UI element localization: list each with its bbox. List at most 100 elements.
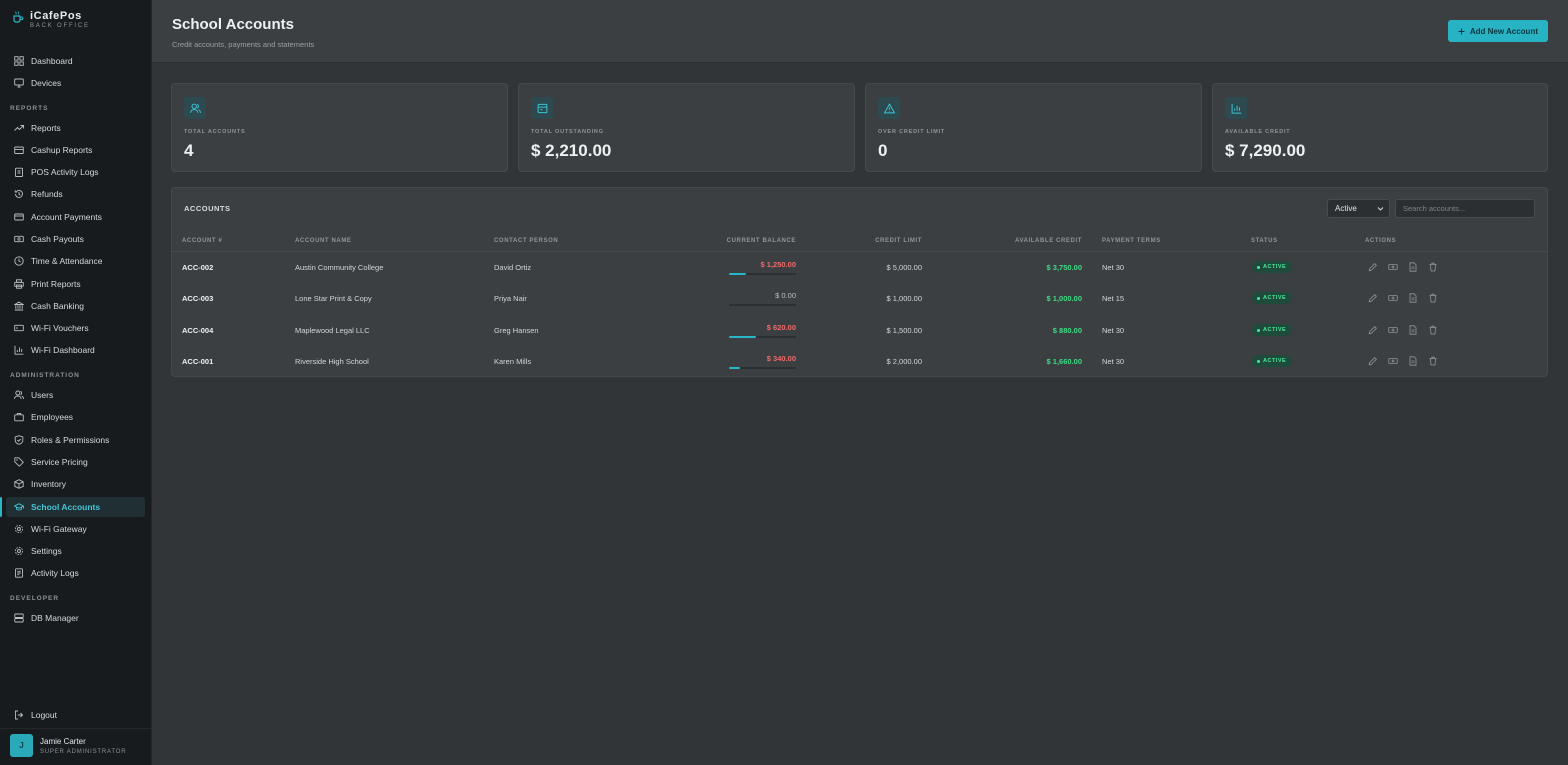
sidebar-item-activity-logs[interactable]: Activity Logs <box>6 563 145 583</box>
trash-icon[interactable] <box>1428 293 1438 303</box>
shield-icon <box>14 435 24 445</box>
sidebar-item-wifi-gateway[interactable]: Wi-Fi Gateway <box>6 519 145 539</box>
statement-icon[interactable] <box>1408 293 1418 303</box>
available-credit: $ 880.00 <box>1052 326 1082 335</box>
banknote-icon <box>14 235 24 243</box>
sidebar-item-reports[interactable]: Reports <box>6 118 145 138</box>
account-number: ACC-002 <box>182 263 214 272</box>
trash-icon[interactable] <box>1428 325 1438 335</box>
add-new-account-label: Add New Account <box>1469 26 1538 36</box>
sidebar-item-db-manager[interactable]: DB Manager <box>6 608 145 628</box>
credit-limit: $ 1,000.00 <box>886 294 922 303</box>
balance-utilization-bar <box>729 273 796 275</box>
trash-icon[interactable] <box>1428 356 1438 366</box>
sidebar-item-employees[interactable]: Employees <box>6 407 145 427</box>
status-badge: ACTIVE <box>1252 324 1293 336</box>
sidebar-item-label: POS Activity Logs <box>31 167 99 177</box>
status-filter-select[interactable]: Active <box>1327 199 1390 218</box>
column-header-available-credit[interactable]: AVAILABLE CREDIT <box>1002 238 1082 244</box>
payment-icon[interactable] <box>1388 293 1398 303</box>
table-row[interactable]: ACC-003 Lone Star Print & Copy Priya Nai… <box>172 283 1547 314</box>
edit-icon[interactable] <box>1368 356 1378 366</box>
edit-icon[interactable] <box>1368 325 1378 335</box>
table-row[interactable]: ACC-002 Austin Community College David O… <box>172 252 1547 283</box>
balance-utilization-bar <box>729 304 796 306</box>
accounts-panel: ACCOUNTS Active ACCOUNT # ACCOUNT NAME C… <box>171 187 1548 377</box>
sidebar-item-cash-banking[interactable]: Cash Banking <box>6 296 145 316</box>
balance-utilization-fill <box>729 273 746 275</box>
account-name: Austin Community College <box>295 263 384 272</box>
nav-section-developer: DEVELOPER <box>10 595 60 602</box>
logout-label: Logout <box>31 710 57 720</box>
payment-icon[interactable] <box>1388 325 1398 335</box>
coffee-cup-icon <box>12 10 24 24</box>
trash-icon[interactable] <box>1428 262 1438 272</box>
column-header-account-name[interactable]: ACCOUNT NAME <box>295 238 352 244</box>
column-header-current-balance[interactable]: CURRENT BALANCE <box>725 238 796 244</box>
column-header-actions: ACTIONS <box>1365 238 1397 244</box>
avatar[interactable]: J <box>10 734 33 757</box>
sidebar-item-cashup-reports[interactable]: Cashup Reports <box>6 140 145 160</box>
sidebar-item-refunds[interactable]: Refunds <box>6 184 145 204</box>
add-new-account-button[interactable]: Add New Account <box>1447 20 1548 42</box>
sidebar-item-label: Dashboard <box>31 56 73 66</box>
sidebar-item-school-accounts[interactable]: School Accounts <box>6 497 145 517</box>
sidebar-item-settings[interactable]: Settings <box>6 541 145 561</box>
user-role: SUPER ADMINISTRATOR <box>40 749 127 755</box>
payment-icon[interactable] <box>1388 262 1398 272</box>
sidebar-item-label: School Accounts <box>31 502 101 512</box>
sidebar-item-time-attendance[interactable]: Time & Attendance <box>6 251 145 271</box>
sidebar-item-wifi-vouchers[interactable]: Wi-Fi Vouchers <box>6 318 145 338</box>
credit-limit: $ 1,500.00 <box>886 326 922 335</box>
server-icon <box>14 613 24 623</box>
bar-chart-icon <box>14 345 24 355</box>
column-header-contact-person[interactable]: CONTACT PERSON <box>494 238 558 244</box>
current-balance: $ 340.00 <box>766 354 796 363</box>
column-header-payment-terms[interactable]: PAYMENT TERMS <box>1102 238 1161 244</box>
column-header-account-number[interactable]: ACCOUNT # <box>182 238 222 244</box>
logout-button[interactable]: Logout <box>6 705 145 725</box>
sidebar-item-print-reports[interactable]: Print Reports <box>6 274 145 294</box>
app-name: iCafePos <box>30 10 82 22</box>
sidebar-item-dashboard[interactable]: Dashboard <box>6 51 145 71</box>
sidebar-item-label: Print Reports <box>31 279 81 289</box>
sidebar-item-label: Cashup Reports <box>31 145 93 155</box>
sidebar-item-service-pricing[interactable]: Service Pricing <box>6 452 145 472</box>
sidebar-item-cash-payouts[interactable]: Cash Payouts <box>6 229 145 249</box>
printer-icon <box>14 279 24 289</box>
sidebar-item-label: DB Manager <box>31 613 79 623</box>
sidebar-item-inventory[interactable]: Inventory <box>6 474 145 494</box>
credit-limit: $ 5,000.00 <box>886 263 922 272</box>
app-subtitle: BACK OFFICE <box>30 23 90 29</box>
edit-icon[interactable] <box>1368 262 1378 272</box>
sidebar-item-label: Cash Banking <box>31 301 84 311</box>
available-credit: $ 1,660.00 <box>1046 357 1082 366</box>
status-dot <box>1257 265 1260 269</box>
plus-icon <box>1458 28 1465 34</box>
users-icon <box>184 97 206 119</box>
search-accounts-input[interactable] <box>1395 199 1535 218</box>
page-subtitle: Credit accounts, payments and statements <box>172 40 315 49</box>
statement-icon[interactable] <box>1408 356 1418 366</box>
payment-icon[interactable] <box>1388 356 1398 366</box>
sidebar-item-wifi-dashboard[interactable]: Wi-Fi Dashboard <box>6 340 145 360</box>
sidebar-item-devices[interactable]: Devices <box>6 73 145 93</box>
stat-value: 4 <box>184 141 194 160</box>
column-header-status[interactable]: STATUS <box>1251 238 1278 244</box>
sidebar-item-label: Inventory <box>31 479 66 489</box>
sidebar-item-users[interactable]: Users <box>6 385 145 405</box>
table-row[interactable]: ACC-001 Riverside High School Karen Mill… <box>172 346 1547 377</box>
sidebar-item-roles-permissions[interactable]: Roles & Permissions <box>6 430 145 450</box>
table-row[interactable]: ACC-004 Maplewood Legal LLC Greg Hansen … <box>172 315 1547 346</box>
nav-section-reports: REPORTS <box>10 105 49 112</box>
sidebar-item-pos-activity-logs[interactable]: POS Activity Logs <box>6 162 145 182</box>
brand: iCafePos BACK OFFICE <box>12 10 90 31</box>
column-header-credit-limit[interactable]: CREDIT LIMIT <box>872 238 922 244</box>
payment-terms: Net 30 <box>1102 326 1125 335</box>
sidebar-item-account-payments[interactable]: Account Payments <box>6 207 145 227</box>
stat-value: 0 <box>878 141 888 160</box>
available-credit: $ 3,750.00 <box>1046 263 1082 272</box>
statement-icon[interactable] <box>1408 325 1418 335</box>
edit-icon[interactable] <box>1368 293 1378 303</box>
statement-icon[interactable] <box>1408 262 1418 272</box>
